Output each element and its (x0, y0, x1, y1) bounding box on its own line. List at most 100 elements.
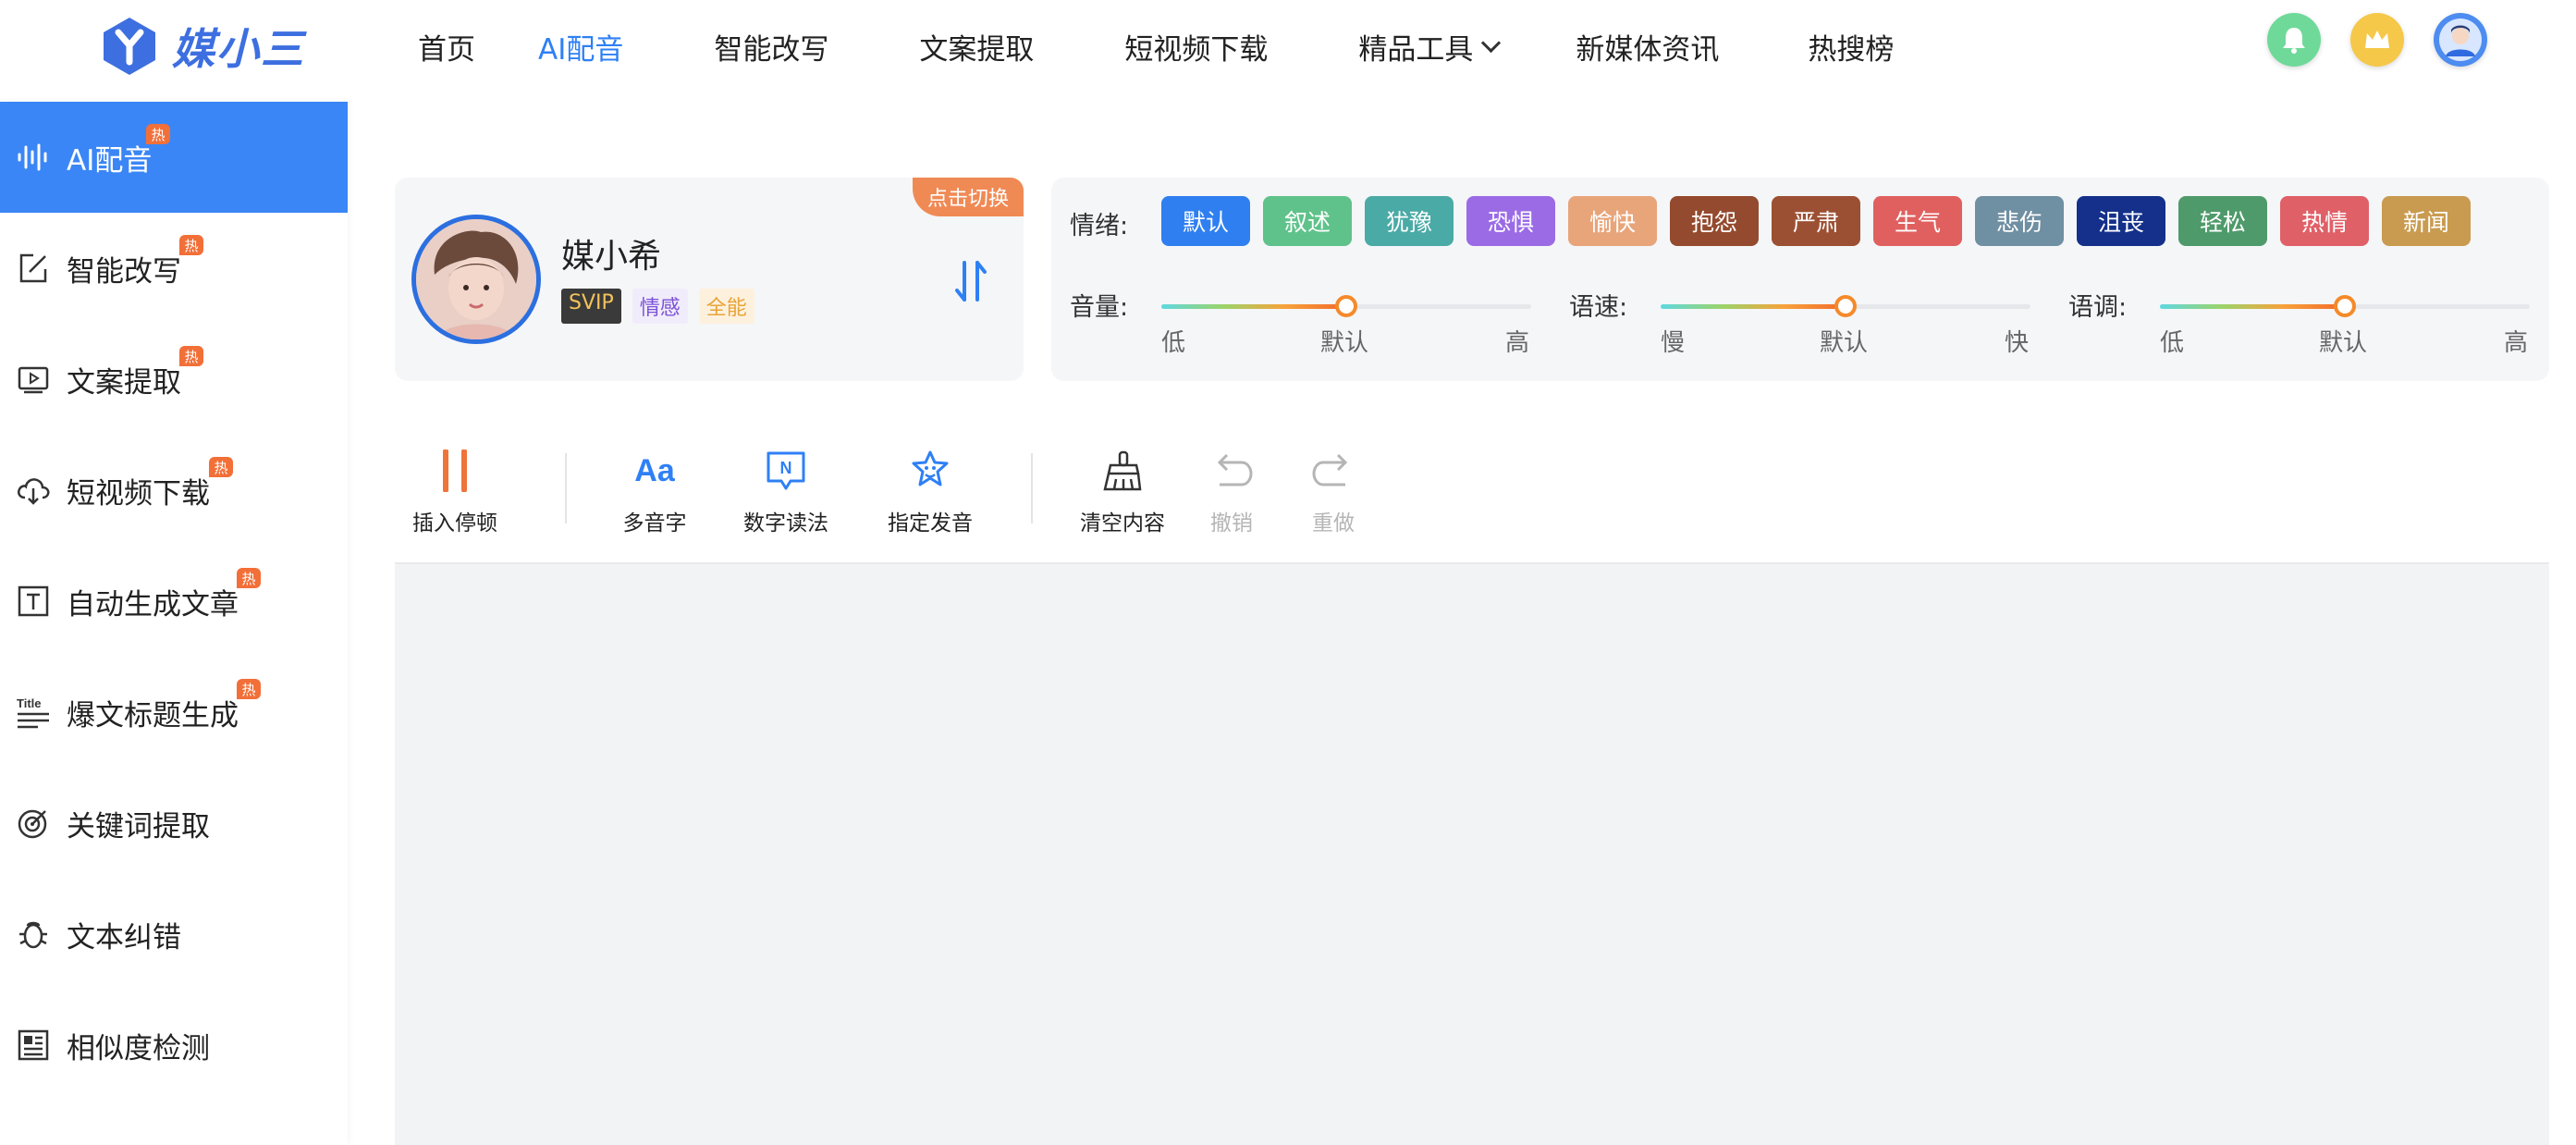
emotion-panel: 情绪: 默认 叙述 犹豫 恐惧 愉快 抱怨 严肃 生气 悲伤 沮丧 轻松 热情 … (1051, 178, 2549, 381)
text-box-icon (16, 584, 51, 619)
nav-home[interactable]: 首页 (418, 26, 475, 68)
switch-voice-button[interactable]: 点击切换 (913, 178, 1024, 216)
sidebar-item-auto-article[interactable]: 自动生成文章 (0, 546, 348, 657)
toolbar-divider (1031, 453, 1033, 523)
emotion-chip-fear[interactable]: 恐惧 (1466, 196, 1555, 246)
number-reading-button[interactable]: N 数字读法 (726, 435, 846, 536)
speed-slow: 慢 (1661, 329, 1686, 357)
sidebar-item-ai-dubbing[interactable]: AI配音 热 (0, 102, 348, 213)
emotion-chip-default[interactable]: 默认 (1161, 196, 1250, 246)
sidebar-item-similarity-check[interactable]: 相似度检测 (0, 990, 348, 1101)
pronounce-button[interactable]: 指定发音 (870, 435, 990, 536)
pitch-high: 高 (2504, 329, 2529, 357)
insert-pause-label: 插入停顿 (412, 511, 497, 536)
volume-knob[interactable] (1335, 295, 1357, 317)
nav-hot-search-label: 热搜榜 (1808, 32, 1895, 67)
sidebar-item-video-download[interactable]: 短视频下载 (0, 435, 348, 546)
nav-ai-dubbing-label: AI配音 (538, 32, 624, 67)
sidebar-item-label: AI配音 (67, 143, 153, 178)
emotion-tag: 情感 (632, 289, 688, 324)
swap-icon[interactable] (953, 257, 990, 305)
document-compare-icon (16, 1028, 51, 1063)
target-icon (16, 806, 51, 841)
nav-hot-search[interactable]: 热搜榜 (1808, 26, 1894, 68)
sidebar-item-text-correction[interactable]: 文本纠错 (0, 879, 348, 990)
redo-button[interactable]: 重做 (1287, 435, 1380, 536)
logo-icon (104, 18, 155, 75)
brand-name: 媒小三 (172, 24, 305, 74)
undo-button[interactable]: 撤销 (1185, 435, 1278, 536)
polyphone-label: 多音字 (622, 511, 687, 536)
user-avatar-button[interactable] (2434, 13, 2487, 67)
emotion-chip-narrative[interactable]: 叙述 (1263, 196, 1352, 246)
user-avatar-icon (2439, 18, 2482, 61)
redo-label: 重做 (1312, 511, 1355, 536)
voice-tags: SVIP 情感 全能 (561, 289, 754, 324)
crown-icon (2365, 31, 2389, 48)
emotion-chip-passionate[interactable]: 热情 (2280, 196, 2369, 246)
pause-icon (432, 448, 478, 494)
number-reading-icon: N (763, 448, 809, 494)
chevron-down-icon (1481, 32, 1502, 53)
svip-badge: SVIP (561, 289, 621, 324)
nav-text-extract-label: 文案提取 (919, 32, 1035, 67)
speed-slider: 语速: 慢 默认 快 (1569, 287, 2068, 370)
nav-media-news[interactable]: 新媒体资讯 (1576, 26, 1719, 68)
pitch-fill (2160, 304, 2345, 309)
emotion-chip-complain[interactable]: 抱怨 (1670, 196, 1759, 246)
sidebar-item-keyword-extract[interactable]: 关键词提取 (0, 768, 348, 879)
waveform-icon (16, 140, 51, 175)
nav-premium-tools-label: 精品工具 (1358, 32, 1474, 67)
nav-smart-rewrite[interactable]: 智能改写 (714, 26, 828, 68)
emotion-chip-serious[interactable]: 严肃 (1772, 196, 1860, 246)
nav-ai-dubbing[interactable]: AI配音 (538, 26, 623, 68)
vip-button[interactable] (2350, 13, 2404, 67)
text-editor[interactable] (395, 562, 2549, 1145)
sidebar-item-smart-rewrite[interactable]: 智能改写 热 (0, 213, 348, 366)
notification-button[interactable] (2267, 13, 2321, 67)
hot-badge: 热 (209, 457, 233, 477)
bug-icon (16, 917, 51, 952)
polyphone-button[interactable]: Aa 多音字 (595, 435, 715, 536)
emotion-chip-news[interactable]: 新闻 (2382, 196, 2471, 246)
broom-icon (1099, 448, 1146, 494)
nav-text-extract[interactable]: 文案提取 (919, 26, 1034, 68)
emotion-chip-sad[interactable]: 悲伤 (1975, 196, 2064, 246)
emotion-chip-happy[interactable]: 愉快 (1568, 196, 1657, 246)
sidebar-item-title-generator[interactable]: Title 爆文标题生成 (0, 657, 348, 768)
volume-label: 音量: (1070, 293, 1129, 322)
nav-video-download-label: 短视频下载 (1124, 32, 1269, 67)
bell-icon (2283, 28, 2305, 54)
hot-badge: 热 (237, 679, 261, 699)
sidebar-item-label: 相似度检测 (67, 1031, 210, 1065)
hot-badge: 热 (237, 568, 261, 588)
insert-pause-button[interactable]: 插入停顿 (395, 435, 515, 536)
sidebar: AI配音 热 智能改写 热 文案提取 短视频下载 自动生成文章 Title 爆文… (0, 102, 348, 1145)
brand-logo[interactable]: 媒小三 (100, 13, 305, 80)
pitch-default: 默认 (2319, 329, 2368, 357)
volume-high: 高 (1505, 329, 1530, 357)
hot-badge: 热 (179, 235, 203, 255)
emotion-chip-depressed[interactable]: 沮丧 (2077, 196, 2165, 246)
pronounce-icon (907, 448, 953, 494)
emotion-chip-relaxed[interactable]: 轻松 (2178, 196, 2267, 246)
video-text-icon (16, 362, 51, 397)
pitch-slider: 语调: 低 默认 高 (2068, 287, 2549, 370)
nav-smart-rewrite-label: 智能改写 (714, 32, 829, 67)
emotion-chip-hesitant[interactable]: 犹豫 (1365, 196, 1454, 246)
speed-knob[interactable] (1834, 295, 1857, 317)
clear-content-button[interactable]: 清空内容 (1062, 435, 1183, 536)
pitch-knob[interactable] (2334, 295, 2356, 317)
polyphone-icon: Aa (632, 448, 678, 494)
speed-fast: 快 (2005, 329, 2030, 357)
sidebar-item-text-extract[interactable]: 文案提取 (0, 324, 348, 435)
emotion-chip-angry[interactable]: 生气 (1873, 196, 1962, 246)
toolbar-divider (565, 453, 567, 523)
nav-premium-tools[interactable]: 精品工具 (1358, 26, 1502, 68)
nav-video-download[interactable]: 短视频下载 (1124, 26, 1268, 68)
voice-avatar[interactable] (411, 215, 541, 344)
number-reading-glyph: N (780, 459, 792, 477)
hot-badge: 热 (179, 346, 203, 366)
pitch-low: 低 (2160, 329, 2185, 357)
sidebar-item-label: 自动生成文章 (67, 587, 239, 622)
